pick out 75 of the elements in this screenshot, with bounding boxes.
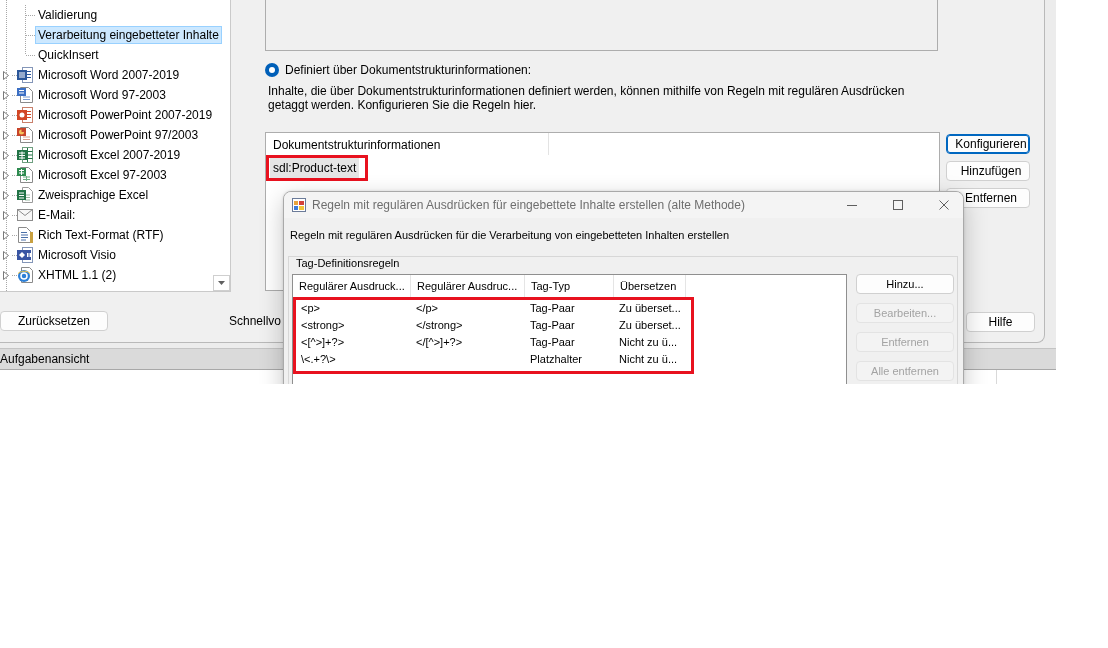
table-cell-text: Zu überset... xyxy=(618,301,682,316)
column-header[interactable]: Übersetzen xyxy=(614,275,686,297)
tree-item[interactable]: Microsoft Excel 2007-2019 xyxy=(35,146,184,164)
tree-item[interactable]: Microsoft Visio xyxy=(35,246,119,264)
scroll-down-button[interactable] xyxy=(213,275,230,291)
table-cell-text: </[^>]+?> xyxy=(415,335,464,350)
tree-item[interactable]: E-Mail: xyxy=(35,206,79,224)
expand-arrow-icon[interactable] xyxy=(3,70,9,80)
spreadsheet-icon xyxy=(17,187,33,203)
expand-arrow-icon[interactable] xyxy=(3,170,9,180)
maximize-icon[interactable] xyxy=(893,200,903,210)
description-text: Inhalte, die über Dokumentstrukturinformationen definiert werden, können mithilfe von Regeln mit regulären Ausdrücken getaggt werden. Konfigurieren Sie die Regeln hier. xyxy=(267,84,906,112)
presentation-icon xyxy=(17,107,33,123)
table-cell-text: <[^>]+?> xyxy=(300,335,346,350)
tree-item[interactable]: Microsoft Word 2007-2019 xyxy=(35,66,183,84)
caret-down-icon xyxy=(218,281,225,285)
spreadsheet-icon xyxy=(17,147,33,163)
column-header[interactable]: Regulärer Ausdruc... xyxy=(411,275,525,297)
minimize-icon[interactable] xyxy=(847,204,857,206)
help-button[interactable]: Hilfe xyxy=(966,312,1035,332)
table-cell-text: \<.+?\> xyxy=(300,352,337,367)
list-item[interactable]: sdl:Product-text xyxy=(270,158,360,178)
table-cell-text: Platzhalter xyxy=(529,352,583,367)
window-title: Regeln mit regulären Ausdrücken für eingebettete Inhalte erstellen (alte Methode) xyxy=(312,198,745,212)
tree-item[interactable]: Microsoft PowerPoint 97/2003 xyxy=(35,126,202,144)
text-document-icon xyxy=(17,227,33,243)
tree-item[interactable]: Microsoft PowerPoint 2007-2019 xyxy=(35,106,216,124)
tree-item[interactable]: Rich Text-Format (RTF) xyxy=(35,226,167,244)
tree-item[interactable]: XHTML 1.1 (2) xyxy=(35,266,120,284)
table-cell-text: Tag-Paar xyxy=(529,301,576,316)
globe-icon xyxy=(17,267,33,283)
table-cell-text: <p> xyxy=(300,301,321,316)
tree-item[interactable]: QuickInsert xyxy=(35,46,102,64)
radio-option[interactable]: Definiert über Dokumentstrukturinformationen: xyxy=(265,63,532,77)
description-text: Regeln mit regulären Ausdrücken für die Verarbeitung von eingebetteten Inhalten erstellen xyxy=(289,228,730,242)
table-cell-text: Tag-Paar xyxy=(529,318,576,333)
expand-arrow-icon[interactable] xyxy=(3,130,9,140)
application-icon xyxy=(292,198,306,212)
close-icon[interactable] xyxy=(939,200,949,210)
table-cell-text: <strong> xyxy=(300,318,346,333)
column-header[interactable]: Regulärer Ausdruck... xyxy=(293,275,411,297)
table-cell-text: Nicht zu ü... xyxy=(618,352,679,367)
configure-button[interactable]: Konfigurieren xyxy=(946,134,1030,154)
expand-arrow-icon[interactable] xyxy=(3,250,9,260)
column-header[interactable]: Dokumentstrukturinformationen xyxy=(266,133,549,155)
panel-title: Aufgabenansicht xyxy=(0,352,90,366)
tree-item[interactable]: Verarbeitung eingebetteter Inhalte xyxy=(35,26,222,44)
option-label: Schnellvo xyxy=(229,313,282,330)
column-header[interactable]: Tag-Typ xyxy=(525,275,614,297)
table-cell-text: Zu überset... xyxy=(618,318,682,333)
add-button[interactable]: Hinzu... xyxy=(856,274,954,294)
expand-arrow-icon[interactable] xyxy=(3,270,9,280)
tree-item[interactable]: Validierung xyxy=(35,6,101,24)
expand-arrow-icon[interactable] xyxy=(3,210,9,220)
tree-item[interactable]: Zweisprachige Excel xyxy=(35,186,152,204)
expand-arrow-icon[interactable] xyxy=(3,110,9,120)
presentation-icon xyxy=(17,127,33,143)
expand-arrow-icon[interactable] xyxy=(3,190,9,200)
group-title: Tag-Definitionsregeln xyxy=(295,257,400,269)
tree-item[interactable]: Microsoft Excel 97-2003 xyxy=(35,166,170,184)
expand-arrow-icon[interactable] xyxy=(3,150,9,160)
table-cell-text: </strong> xyxy=(415,318,464,333)
document-icon xyxy=(17,87,33,103)
tree-item[interactable]: Microsoft Word 97-2003 xyxy=(35,86,169,104)
table-cell-text: Nicht zu ü... xyxy=(618,335,679,350)
spreadsheet-icon xyxy=(17,167,33,183)
add-button[interactable]: Hinzufügen xyxy=(946,161,1030,181)
envelope-icon xyxy=(17,207,33,223)
expand-arrow-icon[interactable] xyxy=(3,90,9,100)
table-cell-text: Tag-Paar xyxy=(529,335,576,350)
diagram-icon xyxy=(17,247,33,263)
expand-arrow-icon[interactable] xyxy=(3,230,9,240)
document-icon xyxy=(17,67,33,83)
reset-button[interactable]: Zurücksetzen xyxy=(0,311,108,331)
table-cell-text: </p> xyxy=(415,301,440,316)
